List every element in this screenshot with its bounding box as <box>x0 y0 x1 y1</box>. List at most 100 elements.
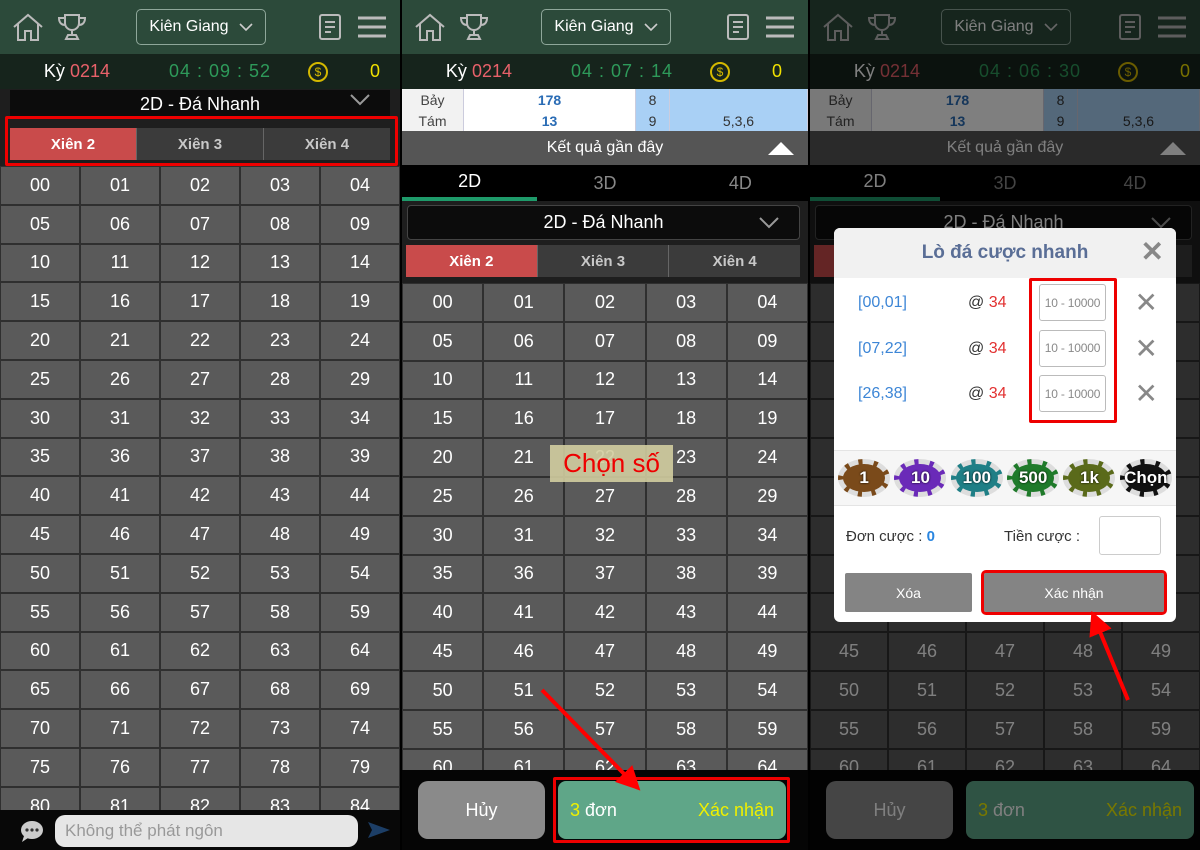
tab-3d[interactable]: 3D <box>537 165 672 201</box>
number-cell[interactable]: 69 <box>320 670 400 710</box>
number-cell[interactable]: 40 <box>0 476 80 516</box>
remove-bet-icon[interactable]: ✕ <box>1135 289 1158 317</box>
close-icon[interactable]: ✕ <box>1141 238 1164 266</box>
number-cell[interactable]: 50 <box>402 670 484 710</box>
number-cell[interactable]: 43 <box>240 476 320 516</box>
number-cell[interactable]: 56 <box>80 592 160 632</box>
number-cell[interactable]: 78 <box>240 747 320 787</box>
number-cell[interactable]: 37 <box>564 554 646 594</box>
number-cell[interactable]: 25 <box>0 359 80 399</box>
tab-xien-3[interactable]: Xiên 3 <box>538 245 670 277</box>
number-cell[interactable]: 70 <box>0 709 80 748</box>
number-cell[interactable]: 48 <box>240 515 320 554</box>
number-cell[interactable]: 53 <box>240 553 320 593</box>
chip-3[interactable]: 500 <box>1007 459 1060 497</box>
number-cell[interactable]: 55 <box>402 709 484 749</box>
number-cell[interactable]: 02 <box>160 166 240 205</box>
number-cell[interactable]: 19 <box>726 399 808 439</box>
number-cell[interactable]: 15 <box>402 399 484 439</box>
number-cell[interactable]: 47 <box>160 515 240 554</box>
amount-input[interactable] <box>1099 516 1161 555</box>
number-cell[interactable]: 57 <box>160 592 240 632</box>
number-cell[interactable]: 58 <box>645 709 727 749</box>
number-cell[interactable]: 02 <box>564 283 646 322</box>
number-cell[interactable]: 32 <box>564 515 646 555</box>
number-cell[interactable]: 34 <box>320 398 400 438</box>
number-cell[interactable]: 79 <box>320 747 400 787</box>
number-cell[interactable]: 14 <box>726 360 808 400</box>
number-cell[interactable]: 59 <box>320 592 400 632</box>
tab-2d[interactable]: 2D <box>402 165 538 201</box>
number-cell[interactable]: 05 <box>402 321 484 361</box>
number-cell[interactable]: 49 <box>726 632 808 671</box>
chip-5[interactable]: Chọn <box>1119 459 1172 497</box>
number-cell[interactable]: 37 <box>160 437 240 477</box>
number-cell[interactable]: 12 <box>160 243 240 283</box>
number-cell[interactable]: 54 <box>320 553 400 593</box>
number-cell[interactable]: 20 <box>0 321 80 360</box>
mode-dropdown[interactable]: 2D - Đá Nhanh <box>10 90 390 118</box>
number-cell[interactable]: 45 <box>0 515 80 554</box>
number-cell[interactable]: 67 <box>160 670 240 710</box>
trophy-icon[interactable] <box>456 9 492 45</box>
number-cell[interactable]: 58 <box>240 592 320 632</box>
number-cell[interactable]: 11 <box>483 360 565 400</box>
number-cell[interactable]: 41 <box>80 476 160 516</box>
number-cell[interactable]: 27 <box>564 476 646 516</box>
number-cell[interactable]: 01 <box>80 166 160 205</box>
number-cell[interactable]: 12 <box>564 360 646 400</box>
chip-0[interactable]: 1 <box>838 459 891 497</box>
chip-1[interactable]: 10 <box>894 459 947 497</box>
document-icon[interactable] <box>720 9 756 45</box>
number-cell[interactable]: 24 <box>726 438 808 477</box>
number-cell[interactable]: 28 <box>645 476 727 516</box>
number-cell[interactable]: 18 <box>645 399 727 439</box>
number-cell[interactable]: 33 <box>240 398 320 438</box>
number-cell[interactable]: 18 <box>240 282 320 322</box>
number-cell[interactable]: 19 <box>320 282 400 322</box>
number-cell[interactable]: 75 <box>0 747 80 787</box>
number-cell[interactable]: 72 <box>160 709 240 748</box>
number-cell[interactable]: 31 <box>80 398 160 438</box>
number-cell[interactable]: 03 <box>645 283 727 322</box>
chip-2[interactable]: 100 <box>950 459 1003 497</box>
number-cell[interactable]: 52 <box>564 670 646 710</box>
number-cell[interactable]: 40 <box>402 593 484 633</box>
number-cell[interactable]: 63 <box>240 631 320 671</box>
number-cell[interactable]: 64 <box>320 631 400 671</box>
number-cell[interactable]: 26 <box>483 476 565 516</box>
number-cell[interactable]: 05 <box>0 204 80 244</box>
remove-bet-icon[interactable]: ✕ <box>1135 380 1158 408</box>
number-cell[interactable]: 28 <box>240 359 320 399</box>
number-cell[interactable]: 66 <box>80 670 160 710</box>
number-cell[interactable]: 38 <box>240 437 320 477</box>
number-cell[interactable]: 08 <box>240 204 320 244</box>
number-cell[interactable]: 68 <box>240 670 320 710</box>
number-cell[interactable]: 03 <box>240 166 320 205</box>
chat-icon[interactable] <box>20 820 44 842</box>
number-cell[interactable]: 21 <box>80 321 160 360</box>
number-cell[interactable]: 07 <box>160 204 240 244</box>
number-cell[interactable]: 10 <box>0 243 80 283</box>
number-cell[interactable]: 52 <box>160 553 240 593</box>
clear-button[interactable]: Xóa <box>845 573 972 612</box>
number-cell[interactable]: 35 <box>402 554 484 594</box>
number-cell[interactable]: 09 <box>726 321 808 361</box>
number-cell[interactable]: 27 <box>160 359 240 399</box>
number-cell[interactable]: 00 <box>0 166 80 205</box>
number-cell[interactable]: 76 <box>80 747 160 787</box>
trophy-icon[interactable] <box>54 9 90 45</box>
number-cell[interactable]: 01 <box>483 283 565 322</box>
number-cell[interactable]: 41 <box>483 593 565 633</box>
chip-4[interactable]: 1k <box>1063 459 1116 497</box>
number-cell[interactable]: 10 <box>402 360 484 400</box>
number-cell[interactable]: 04 <box>320 166 400 205</box>
number-cell[interactable]: 08 <box>645 321 727 361</box>
number-cell[interactable]: 77 <box>160 747 240 787</box>
number-cell[interactable]: 46 <box>80 515 160 554</box>
number-cell[interactable]: 33 <box>645 515 727 555</box>
send-icon[interactable] <box>368 822 390 838</box>
number-cell[interactable]: 61 <box>80 631 160 671</box>
number-cell[interactable]: 25 <box>402 476 484 516</box>
home-icon[interactable] <box>412 9 448 45</box>
